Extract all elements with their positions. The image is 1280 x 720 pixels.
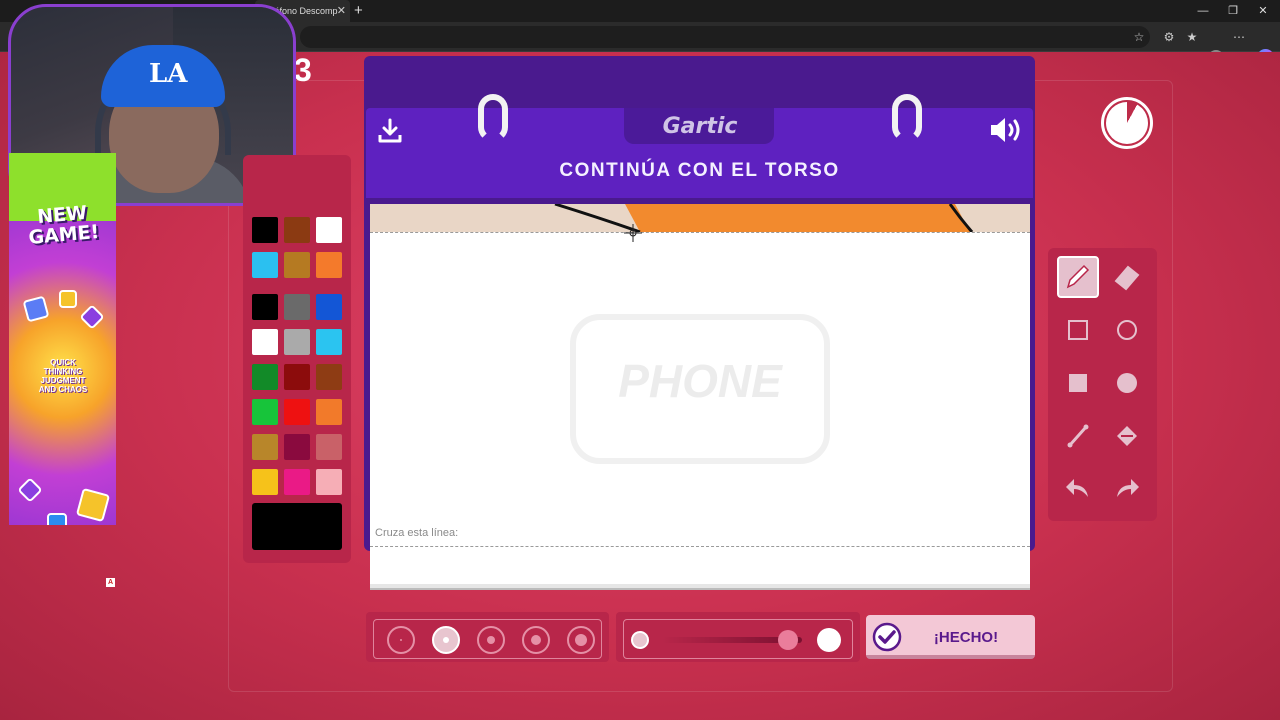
color-swatch[interactable] bbox=[284, 329, 310, 355]
brush-size-dot bbox=[443, 637, 449, 643]
binder-ring bbox=[892, 94, 922, 142]
drawing-canvas[interactable]: PHONE Cruza esta línea: bbox=[370, 204, 1030, 584]
speaker-icon[interactable] bbox=[988, 115, 1024, 145]
color-swatch[interactable] bbox=[284, 217, 310, 243]
minimize-button[interactable]: — bbox=[1188, 0, 1218, 22]
brush-size-dot bbox=[575, 634, 587, 646]
brush-size-dot bbox=[531, 635, 541, 645]
color-swatch[interactable] bbox=[316, 329, 342, 355]
color-swatch[interactable] bbox=[284, 252, 310, 278]
round-number: 3 bbox=[294, 52, 312, 88]
brush-size-dot bbox=[400, 639, 402, 641]
eraser-icon bbox=[1114, 265, 1140, 291]
color-swatch[interactable] bbox=[252, 469, 278, 495]
new-tab-button[interactable]: + bbox=[354, 0, 363, 22]
color-swatch[interactable] bbox=[252, 294, 278, 320]
color-swatch[interactable] bbox=[252, 252, 278, 278]
color-swatch[interactable] bbox=[284, 434, 310, 460]
gartic-logo: Gartic bbox=[662, 114, 738, 139]
favorite-star-icon[interactable]: ☆ bbox=[1130, 28, 1148, 46]
rectangle-outline-icon bbox=[1068, 320, 1088, 340]
opacity-min-icon bbox=[631, 631, 649, 649]
pencil-icon bbox=[1066, 264, 1090, 289]
color-swatch[interactable] bbox=[252, 399, 278, 425]
opacity-max-icon bbox=[817, 628, 841, 652]
color-swatch[interactable] bbox=[316, 469, 342, 495]
color-swatch[interactable] bbox=[316, 399, 342, 425]
line-tool[interactable] bbox=[1057, 415, 1099, 457]
more-menu-icon[interactable]: ⋯ bbox=[1230, 28, 1248, 46]
extensions-icon[interactable]: ⚙ bbox=[1160, 28, 1178, 46]
card-icon bbox=[75, 487, 111, 523]
circle-filled-icon bbox=[1117, 373, 1137, 393]
color-swatch[interactable] bbox=[316, 364, 342, 390]
tab-close-icon[interactable]: ✕ bbox=[337, 0, 346, 22]
color-swatch[interactable] bbox=[252, 434, 278, 460]
color-swatch[interactable] bbox=[284, 399, 310, 425]
ad-banner[interactable]: NEW GAME! QUICK THINKING JUDGMENT AND CH… bbox=[9, 153, 116, 525]
rectangle-filled-icon bbox=[1069, 374, 1087, 392]
color-swatch[interactable] bbox=[316, 252, 342, 278]
bucket-icon bbox=[1117, 426, 1137, 446]
previous-drawing-strip bbox=[370, 204, 1030, 234]
line-icon bbox=[1067, 424, 1089, 448]
top-guide-line bbox=[370, 232, 1030, 233]
ad-title: NEW GAME! bbox=[27, 201, 101, 250]
current-color bbox=[252, 503, 342, 550]
rectangle-outline-tool[interactable] bbox=[1057, 309, 1099, 351]
binder-ring bbox=[478, 94, 508, 142]
instruction-text: CONTINÚA CON EL TORSO bbox=[559, 160, 840, 181]
watermark-text: PHONE bbox=[618, 355, 782, 407]
redo-icon bbox=[1117, 479, 1139, 497]
rectangle-filled-tool[interactable] bbox=[1057, 362, 1099, 404]
favorites-icon[interactable]: ★ bbox=[1183, 28, 1201, 46]
circle-outline-icon bbox=[1117, 320, 1137, 340]
eraser-tool[interactable] bbox=[1106, 256, 1148, 298]
ad-subtitle: QUICK THINKING JUDGMENT AND CHAOS bbox=[38, 358, 88, 394]
card-icon bbox=[47, 513, 67, 525]
color-swatch[interactable] bbox=[252, 364, 278, 390]
circle-filled-tool[interactable] bbox=[1106, 362, 1148, 404]
undo-tool[interactable] bbox=[1057, 468, 1099, 510]
redo-tool[interactable] bbox=[1106, 468, 1148, 510]
circle-outline-tool[interactable] bbox=[1106, 309, 1148, 351]
url-field[interactable] bbox=[300, 26, 1150, 48]
download-icon[interactable] bbox=[376, 117, 404, 145]
opacity-slider-thumb[interactable] bbox=[778, 630, 798, 650]
color-swatch[interactable] bbox=[284, 364, 310, 390]
color-swatch[interactable] bbox=[252, 329, 278, 355]
card-icon bbox=[59, 290, 77, 308]
color-swatch[interactable] bbox=[316, 217, 342, 243]
pencil-tool[interactable] bbox=[1057, 256, 1099, 298]
color-swatch[interactable] bbox=[252, 217, 278, 243]
bucket-tool[interactable] bbox=[1106, 415, 1148, 457]
ad-choices-icon[interactable]: A bbox=[106, 578, 115, 587]
crosshair-cursor-icon bbox=[624, 224, 642, 242]
cross-line-label: Cruza esta línea: bbox=[375, 527, 459, 539]
window-close-button[interactable]: ✕ bbox=[1248, 0, 1278, 22]
timer-progress bbox=[1106, 102, 1148, 144]
cap-logo-icon: LA bbox=[149, 59, 188, 89]
color-swatch[interactable] bbox=[284, 294, 310, 320]
done-label: ¡HECHO! bbox=[933, 629, 999, 646]
check-icon bbox=[872, 622, 902, 652]
card-icon bbox=[17, 477, 43, 503]
card-icon bbox=[22, 295, 50, 323]
undo-icon bbox=[1066, 479, 1088, 497]
bottom-guide-line bbox=[370, 546, 1030, 547]
maximize-button[interactable]: ❐ bbox=[1218, 0, 1248, 22]
color-swatch[interactable] bbox=[316, 434, 342, 460]
color-swatch[interactable] bbox=[316, 294, 342, 320]
card-icon bbox=[79, 304, 105, 330]
board-bottom-edge bbox=[370, 584, 1030, 590]
brush-size-dot bbox=[487, 636, 495, 644]
color-swatch[interactable] bbox=[284, 469, 310, 495]
